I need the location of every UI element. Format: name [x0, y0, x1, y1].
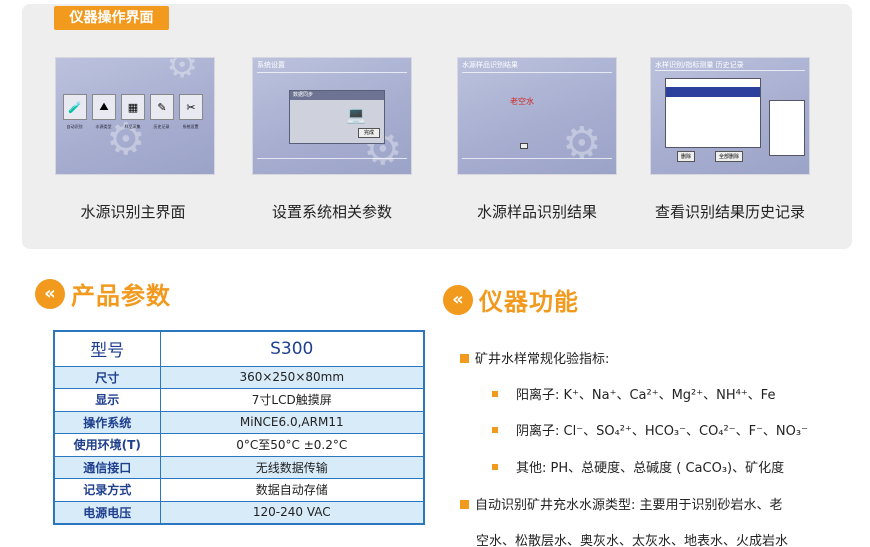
sample-icon[interactable]: ▦	[121, 94, 145, 120]
double-chevron-left-icon: «	[35, 278, 65, 309]
row-key: 通信接口	[53, 455, 161, 479]
bullet-icon	[460, 500, 469, 509]
function-text-continued: 空水、松散层水、奥灰水、太灰水、地表水、火成岩水	[476, 534, 789, 547]
params-heading: « 产品参数	[35, 276, 171, 311]
page: 仪器操作界面 ⚙ ⚙ 🧪 ⛰ ▦ ✎ ✂ 自动识别 水源类型 样品采集 历史记录…	[0, 0, 870, 547]
dialog-title: 数据同步	[290, 91, 384, 100]
bullet-icon	[492, 391, 498, 397]
delete-button[interactable]: 删除	[677, 151, 696, 162]
icon-label: 样品采集	[124, 124, 141, 129]
screen-main: ⚙ ⚙ 🧪 ⛰ ▦ ✎ ✂ 自动识别 水源类型 样品采集 历史记录 系统设置	[55, 57, 215, 175]
icon-label: 历史记录	[153, 124, 170, 129]
row-value: 数据自动存储	[159, 478, 425, 502]
divider	[257, 72, 407, 73]
table-row: 尺寸 360×250×80mm	[53, 365, 425, 389]
subitem-value: Cl⁻、SO₄²⁺、HCO₃⁻、CO₄²⁻、F⁻、NO₃⁻	[563, 424, 808, 439]
table-row: 记录方式 数据自动存储	[53, 478, 425, 502]
row-key: 记录方式	[53, 478, 161, 502]
row-value: 0°C至50°C ±0.2°C	[159, 433, 425, 457]
sync-dialog: 数据同步 💻 完成	[289, 90, 385, 144]
header-key: 型号	[53, 330, 161, 367]
checkbox-icon[interactable]	[520, 143, 528, 149]
subitem-value: K⁺、Na⁺、Ca²⁺、Mg²⁺、NH⁴⁺、Fe	[563, 388, 776, 403]
row-key: 使用环境(T)	[53, 433, 161, 457]
row-value: 360×250×80mm	[159, 365, 425, 389]
icon-label: 自动识别	[66, 124, 83, 129]
row-key: 操作系统	[53, 410, 161, 434]
subitem-value: PH、总硬度、总碱度 ( CaCO₃)、矿化度	[550, 461, 785, 476]
function-subitem: 阳离子: K⁺、Na⁺、Ca²⁺、Mg²⁺、NH⁴⁺、Fe	[492, 384, 775, 403]
function-subitem: 阴离子: Cl⁻、SO₄²⁺、HCO₃⁻、CO₄²⁻、F⁻、NO₃⁻	[492, 420, 808, 439]
screen-caption: 水源识别主界面	[80, 203, 186, 221]
row-key: 尺寸	[53, 365, 161, 389]
row-value: 7寸LCD触摸屏	[159, 388, 425, 412]
function-text: 自动识别矿井充水水源类型: 主要用于识别砂岩水、老	[475, 498, 783, 513]
row-key: 电源电压	[53, 500, 161, 524]
window-title: 水源样品识别结果	[462, 61, 518, 69]
function-subitem: 其他: PH、总硬度、总碱度 ( CaCO₃)、矿化度	[492, 457, 784, 476]
screen-settings: 系统设置 ⚙ 数据同步 💻 完成	[252, 57, 412, 175]
table-row: 显示 7寸LCD触摸屏	[53, 388, 425, 412]
screen-caption: 水源样品识别结果	[476, 203, 597, 221]
icon-label: 水源类型	[95, 124, 112, 129]
settings-icon[interactable]: ✂	[179, 94, 203, 120]
selected-row[interactable]	[666, 87, 760, 97]
delete-all-button[interactable]: 全部删除	[715, 151, 744, 162]
row-value: 120-240 VAC	[159, 500, 425, 524]
row-key: 显示	[53, 388, 161, 412]
screen-caption: 设置系统相关参数	[271, 203, 392, 221]
water-type-icon[interactable]: ⛰	[92, 94, 116, 120]
screen-history: 水样识别/指标测量 历史记录 删除 全部删除	[650, 57, 810, 175]
history-icon[interactable]: ✎	[150, 94, 174, 120]
subitem-label: 其他:	[516, 461, 551, 476]
screens-tag: 仪器操作界面	[54, 6, 169, 30]
main-icon-labels: 自动识别 水源类型 样品采集 历史记录 系统设置	[62, 124, 203, 130]
table-row: 使用环境(T) 0°C至50°C ±0.2°C	[53, 433, 425, 457]
header-value: S300	[159, 330, 425, 367]
result-text: 老空水	[510, 97, 534, 106]
screen-caption: 查看识别结果历史记录	[654, 203, 805, 221]
identify-icon[interactable]: 🧪	[63, 94, 87, 120]
bullet-icon	[492, 464, 498, 470]
params-title: 产品参数	[71, 282, 171, 310]
table-row: 电源电压 120-240 VAC	[53, 500, 425, 524]
divider	[462, 72, 612, 73]
screen-result: 水源样品识别结果 老空水 ⚙	[457, 57, 617, 175]
function-item: 自动识别矿井充水水源类型: 主要用于识别砂岩水、老	[460, 494, 783, 513]
double-chevron-left-icon: «	[443, 284, 473, 315]
main-icon-row: 🧪 ⛰ ▦ ✎ ✂	[63, 94, 203, 120]
function-item: 矿井水样常规化验指标:	[460, 348, 609, 367]
gear-icon: ⚙	[166, 57, 199, 86]
table-header-row: 型号 S300	[53, 330, 425, 367]
table-row: 操作系统 MiNCE6.0,ARM11	[53, 410, 425, 434]
bullet-icon	[460, 354, 469, 363]
window-title: 水样识别/指标测量 历史记录	[655, 61, 744, 69]
functions-title: 仪器功能	[479, 288, 579, 316]
params-table: 型号 S300 尺寸 360×250×80mm 显示 7寸LCD触摸屏 操作系统 Mi…	[53, 330, 425, 525]
ok-button[interactable]: 完成	[358, 128, 380, 138]
subitem-label: 阳离子:	[516, 388, 564, 403]
bullet-icon	[492, 427, 498, 433]
row-value: MiNCE6.0,ARM11	[159, 410, 425, 434]
subitem-label: 阴离子:	[516, 424, 564, 439]
functions-heading: « 仪器功能	[443, 282, 579, 317]
gear-icon: ⚙	[562, 118, 602, 169]
icon-label: 系统设置	[182, 124, 199, 129]
laptop-icon: 💻	[346, 105, 366, 124]
window-title: 系统设置	[257, 61, 285, 69]
table-row: 通信接口 无线数据传输	[53, 455, 425, 479]
divider	[655, 70, 805, 71]
function-text: 矿井水样常规化验指标:	[475, 352, 610, 367]
history-list[interactable]	[665, 78, 761, 148]
detail-box	[769, 100, 805, 156]
row-value: 无线数据传输	[159, 455, 425, 479]
